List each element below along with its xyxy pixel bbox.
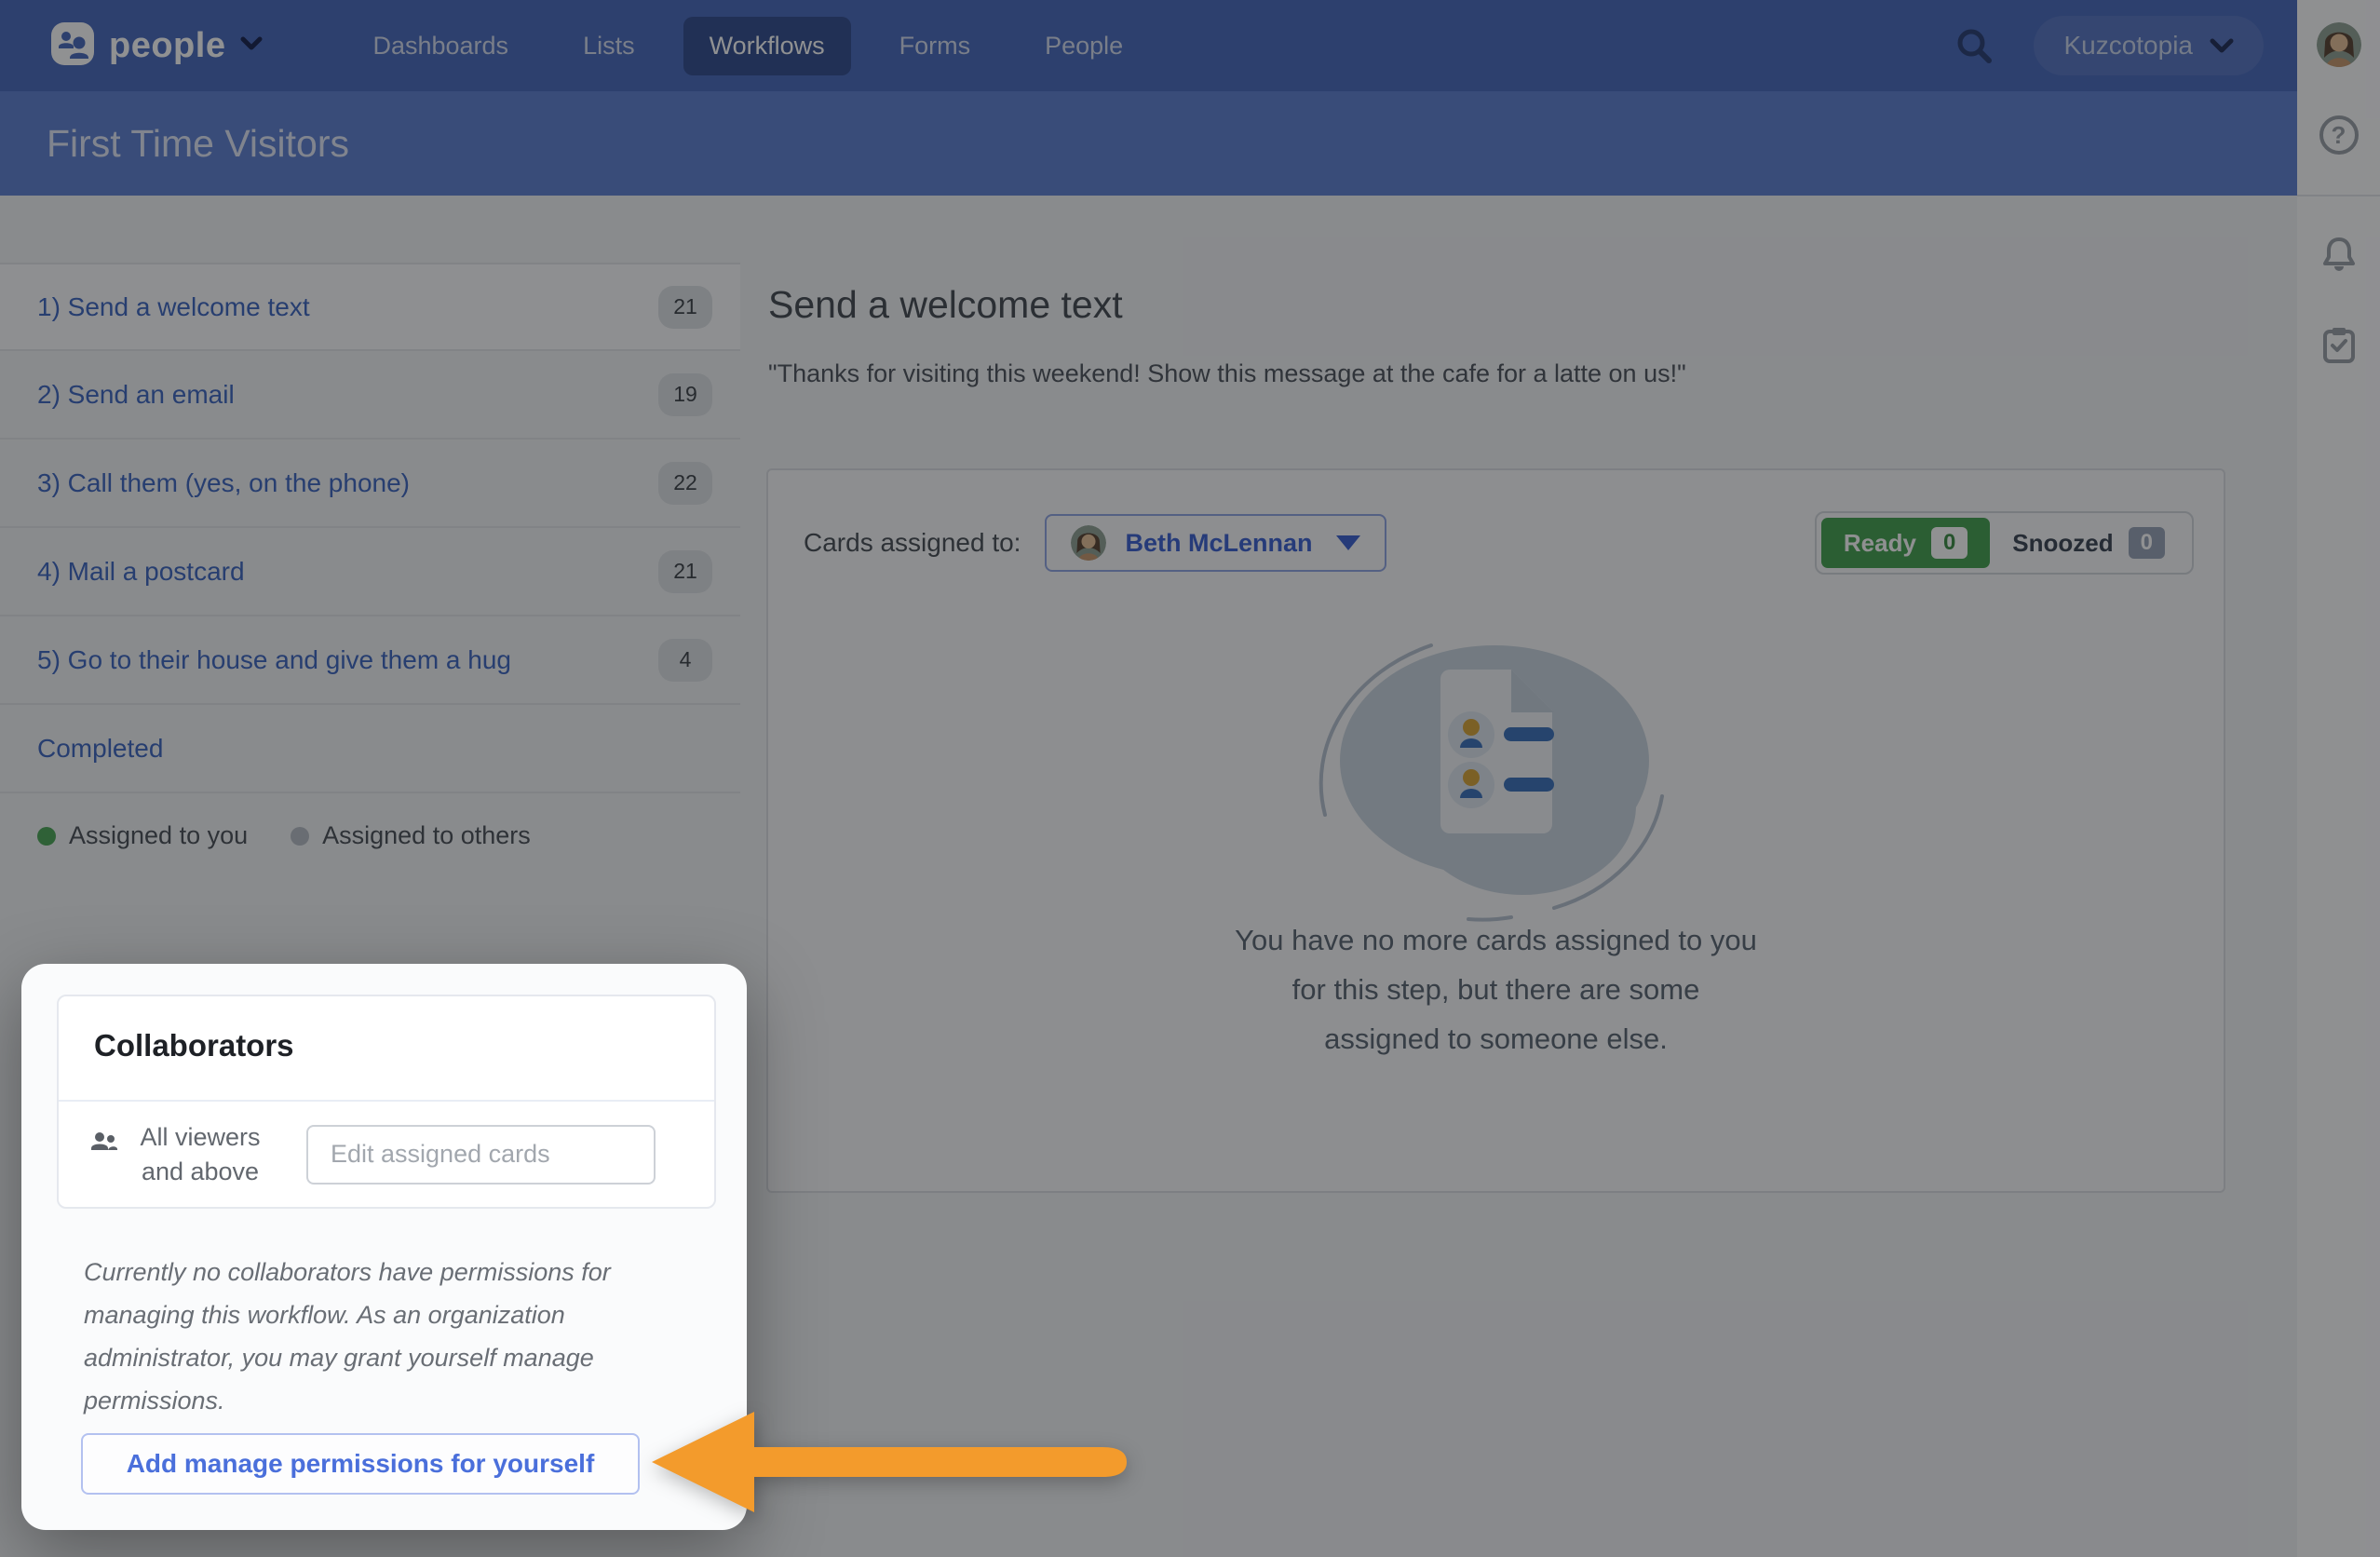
edit-assigned-cards-input[interactable] [306, 1125, 656, 1185]
permission-row: All viewers and above [88, 1102, 692, 1207]
annotation-arrow-icon [641, 1397, 1134, 1532]
collaborators-popover: Collaborators All viewers and above Curr… [21, 964, 747, 1530]
permission-level-label: All viewers and above [120, 1120, 280, 1189]
people-icon [88, 1126, 120, 1158]
add-manage-permissions-button[interactable]: Add manage permissions for yourself [81, 1433, 640, 1495]
collaborators-note: Currently no collaborators have permissi… [84, 1251, 650, 1422]
collaborators-title: Collaborators [94, 1028, 294, 1063]
collaborators-card: Collaborators All viewers and above [57, 995, 716, 1209]
workflow-screen: people Dashboards Lists Workflows Forms … [0, 0, 2380, 1557]
